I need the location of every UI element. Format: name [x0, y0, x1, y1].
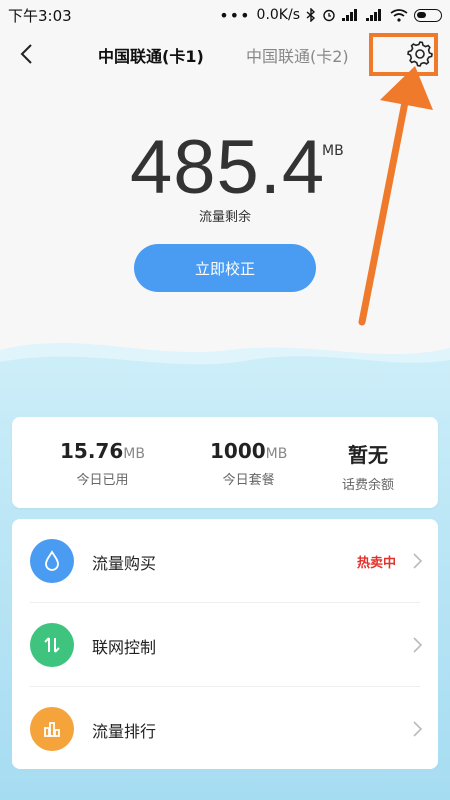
- bluetooth-icon: [306, 8, 316, 22]
- battery-icon: [414, 8, 442, 22]
- menu-item-data-ranking[interactable]: 流量排行: [12, 687, 438, 770]
- stat-plan-today: 1000MB 今日套餐: [210, 439, 287, 488]
- stat-value: 暂无: [348, 443, 388, 467]
- stat-label: 话费余额: [342, 478, 395, 493]
- back-arrow-icon: [20, 44, 32, 64]
- stat-value: 1000: [210, 439, 266, 463]
- net-speed: 0.0K/s: [256, 7, 300, 23]
- updown-arrows-icon: [30, 623, 74, 667]
- remaining-label: 流量剩余: [198, 210, 251, 225]
- stats-card: 15.76MB 今日已用 1000MB 今日套餐 暂无 话费余额: [12, 417, 438, 508]
- menu-card: 流量购买 热卖中 联网控制 流量排行: [12, 519, 438, 769]
- signal-icon: [342, 9, 360, 21]
- highlight-box: [369, 33, 438, 76]
- tab-sim1[interactable]: 中国联通(卡1): [98, 43, 204, 67]
- status-bar: 下午3:03 ••• 0.0K/s: [0, 0, 450, 30]
- chevron-right-icon: [413, 637, 423, 653]
- status-icons: ••• 0.0K/s: [219, 6, 442, 25]
- stat-value: 15.76: [60, 439, 124, 463]
- stat-label: 今日已用: [76, 473, 129, 488]
- remaining-unit: MB: [322, 143, 344, 159]
- back-button[interactable]: [16, 42, 40, 66]
- tab-sim2[interactable]: 中国联通(卡2): [246, 43, 349, 67]
- menu-item-network-control[interactable]: 联网控制: [12, 603, 438, 686]
- chevron-right-icon: [413, 721, 423, 737]
- alarm-icon: [322, 8, 336, 22]
- menu-label: 流量排行: [92, 722, 157, 741]
- stat-balance: 暂无 话费余额: [342, 439, 394, 493]
- bar-chart-icon: [30, 707, 74, 751]
- wifi-icon: [390, 8, 408, 22]
- stat-used-today: 15.76MB 今日已用: [60, 439, 145, 488]
- hot-badge: 热卖中: [357, 556, 397, 571]
- stat-label: 今日套餐: [222, 473, 275, 488]
- stat-unit: MB: [265, 446, 288, 462]
- remaining-value: 485.4: [130, 125, 326, 210]
- signal-icon-2: [366, 9, 384, 21]
- more-dots-icon: •••: [219, 5, 251, 25]
- menu-item-data-purchase[interactable]: 流量购买 热卖中: [12, 519, 438, 602]
- chevron-right-icon: [413, 553, 423, 569]
- stat-unit: MB: [123, 446, 145, 462]
- menu-label: 流量购买: [92, 554, 157, 573]
- status-time: 下午3:03: [8, 6, 72, 25]
- water-drop-icon: [30, 539, 74, 583]
- calibrate-button[interactable]: 立即校正: [134, 244, 316, 292]
- menu-label: 联网控制: [92, 638, 157, 657]
